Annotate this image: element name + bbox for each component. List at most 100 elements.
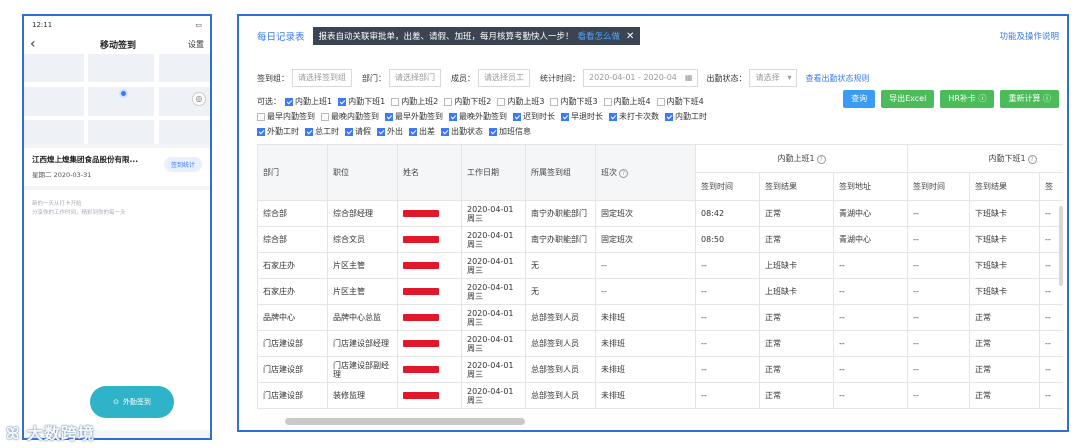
help-link[interactable]: 功能及操作说明 <box>999 30 1059 42</box>
name-cell <box>397 382 462 409</box>
option-checkbox[interactable]: 内勤工时 <box>665 111 707 122</box>
option-label: 最早内勤签到 <box>267 112 315 121</box>
banner-link[interactable]: 看看怎么做 <box>578 30 621 42</box>
checkbox-checked-icon[interactable] <box>609 112 617 121</box>
checkbox-checked-icon[interactable] <box>449 112 457 121</box>
option-checkbox[interactable]: 外勤工时 <box>257 126 299 137</box>
cell-extra: -- <box>1039 304 1063 331</box>
member-select[interactable]: 请选择员工 <box>478 69 530 87</box>
option-checkbox[interactable]: 请假 <box>345 126 371 137</box>
cell-out-time: -- <box>907 252 971 279</box>
option-checkbox[interactable]: 最晚外勤签到 <box>449 111 507 122</box>
cell-dept: 品牌中心 <box>257 304 328 331</box>
checkbox-unchecked-icon[interactable] <box>444 97 453 106</box>
report-table: 部门 职位 姓名 工作日期 所属签到组 班次? 内勤上班1? 内勤下班1? 签到时间 签到结果 签到… <box>257 144 1063 429</box>
status-select[interactable]: 请选择 ▾ <box>749 69 798 87</box>
checkbox-unchecked-icon[interactable] <box>257 112 265 121</box>
recalculate-button[interactable]: 重新计算 ⓘ <box>1000 90 1059 108</box>
option-checkbox[interactable]: 总工时 <box>305 126 339 137</box>
group-select[interactable]: 请选择签到组 <box>292 69 352 87</box>
cell-in-result: 正常 <box>759 304 834 331</box>
close-icon[interactable]: ✕ <box>626 31 634 42</box>
cell-group: 无 <box>525 278 596 305</box>
checkbox-unchecked-icon[interactable] <box>603 97 612 106</box>
redacted-name <box>403 262 439 269</box>
map-view[interactable]: ◎ <box>24 54 210 144</box>
option-checkbox[interactable]: 最早外勤签到 <box>385 111 443 122</box>
option-checkbox[interactable]: 未打卡次数 <box>609 111 659 122</box>
horizontal-scrollbar[interactable] <box>285 418 525 425</box>
vertical-scrollbar[interactable] <box>1059 206 1063 286</box>
checkbox-checked-icon[interactable] <box>489 127 497 136</box>
date-range-input[interactable]: 2020-04-01 - 2020-04 ▦ <box>583 69 699 87</box>
filter-bar: 签到组： 请选择签到组 部门： 请选择部门 成员： 请选择员工 统计时间： 20… <box>239 66 1067 90</box>
query-button[interactable]: 查询 <box>843 90 876 108</box>
cell-out-result: 正常 <box>969 382 1041 409</box>
cell-in-addr: -- <box>832 278 909 305</box>
option-row: 最早内勤签到 最晚内勤签到 最早外勤签到 最晚外勤签到 迟到时长 早退时长 未打卡次数 内勤工… <box>257 109 1049 124</box>
option-checkbox[interactable]: 早退时长 <box>561 111 603 122</box>
option-checkbox[interactable]: 加班信息 <box>489 126 531 137</box>
option-checkbox[interactable]: 外出 <box>377 126 403 137</box>
checkbox-checked-icon[interactable] <box>409 127 417 136</box>
checkbox-unchecked-icon[interactable] <box>497 97 506 106</box>
option-label: 未打卡次数 <box>619 112 659 121</box>
checkbox-checked-icon[interactable] <box>305 127 313 136</box>
back-icon[interactable]: ‹ <box>30 36 48 52</box>
checkbox-checked-icon[interactable] <box>257 127 265 136</box>
checkbox-checked-icon[interactable] <box>377 127 385 136</box>
option-checkbox[interactable]: 出勤状态 <box>441 126 483 137</box>
cell-in-addr: -- <box>832 252 909 279</box>
checkbox-checked-icon[interactable] <box>338 97 347 106</box>
redacted-name <box>403 314 439 321</box>
option-checkbox[interactable]: 最晚内勤签到 <box>321 111 379 122</box>
option-checkbox[interactable]: 内勤上班3 <box>497 96 544 107</box>
help-icon[interactable]: ? <box>619 169 628 178</box>
help-icon[interactable]: ? <box>816 155 826 164</box>
option-label: 内勤下班4 <box>666 97 704 106</box>
cell-date: 2020-04-01 周三 <box>461 252 526 279</box>
cell-out-result: 正常 <box>969 330 1041 357</box>
option-checkbox[interactable]: 出差 <box>409 126 435 137</box>
checkbox-checked-icon[interactable] <box>385 112 393 121</box>
cell-group: 总部签到人员 <box>525 356 596 383</box>
checkbox-checked-icon[interactable] <box>513 112 521 121</box>
option-checkbox[interactable]: 内勤上班1 <box>285 96 332 107</box>
option-checkbox[interactable]: 最早内勤签到 <box>257 111 315 122</box>
option-checkbox[interactable]: 内勤上班2 <box>391 96 438 107</box>
redacted-name <box>403 236 439 243</box>
checkbox-unchecked-icon[interactable] <box>321 112 329 121</box>
checkbox-unchecked-icon[interactable] <box>656 97 665 106</box>
status-bar: 12:11 ▭ <box>24 16 210 34</box>
sub-column-header: 签 <box>1039 172 1063 201</box>
hr-card-button[interactable]: HR补卡 ⓘ <box>940 90 995 108</box>
checkbox-checked-icon[interactable] <box>285 97 293 106</box>
option-checkbox[interactable]: 内勤下班1 <box>338 96 385 107</box>
cell-out-time: -- <box>907 226 971 253</box>
option-checkbox[interactable]: 内勤下班4 <box>656 96 704 107</box>
checkin-button[interactable]: ⊙ 外勤签到 <box>90 386 174 418</box>
settings-link[interactable]: 设置 <box>188 39 204 50</box>
name-cell <box>397 252 462 279</box>
checkbox-unchecked-icon[interactable] <box>550 97 559 106</box>
checkbox-unchecked-icon[interactable] <box>391 97 400 106</box>
option-checkbox[interactable]: 内勤下班3 <box>550 96 598 107</box>
checkbox-checked-icon[interactable] <box>441 127 449 136</box>
cell-in-result: 正常 <box>759 330 834 357</box>
status-rule-link[interactable]: 查看出勤状态规则 <box>805 73 869 84</box>
checkbox-checked-icon[interactable] <box>561 112 569 121</box>
option-checkbox[interactable]: 内勤下班2 <box>444 96 491 107</box>
option-checkbox[interactable]: 内勤上班4 <box>603 96 651 107</box>
option-checkbox[interactable]: 迟到时长 <box>513 111 555 122</box>
dept-select[interactable]: 请选择部门 <box>389 69 441 87</box>
checkbox-checked-icon[interactable] <box>345 127 353 136</box>
locate-icon[interactable]: ◎ <box>192 92 206 106</box>
checkin-stats-button[interactable]: 签到统计 <box>163 157 202 172</box>
option-label: 出勤状态 <box>451 127 483 136</box>
help-icon[interactable]: ? <box>1027 155 1037 164</box>
export-excel-button[interactable]: 导出Excel <box>881 90 935 108</box>
option-label: 内勤上班1 <box>295 97 333 106</box>
option-label: 最早外勤签到 <box>395 112 443 121</box>
nav-title: 移动签到 <box>99 40 136 51</box>
checkbox-checked-icon[interactable] <box>665 112 673 121</box>
